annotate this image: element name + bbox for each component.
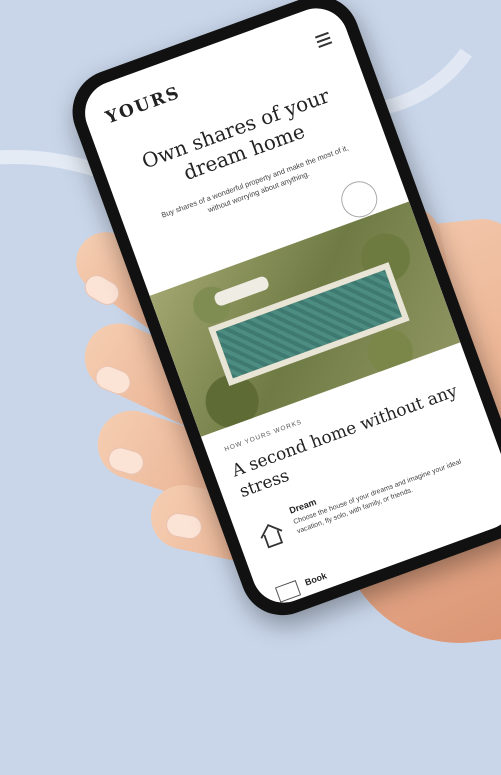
calendar-icon [274, 580, 302, 603]
book-label[interactable]: Book [303, 571, 328, 588]
swimming-pool [208, 262, 410, 387]
menu-icon[interactable] [314, 31, 333, 48]
home-icon [260, 523, 284, 549]
sun-lounger [212, 274, 271, 308]
brand-logo[interactable]: YOURS [103, 83, 183, 129]
